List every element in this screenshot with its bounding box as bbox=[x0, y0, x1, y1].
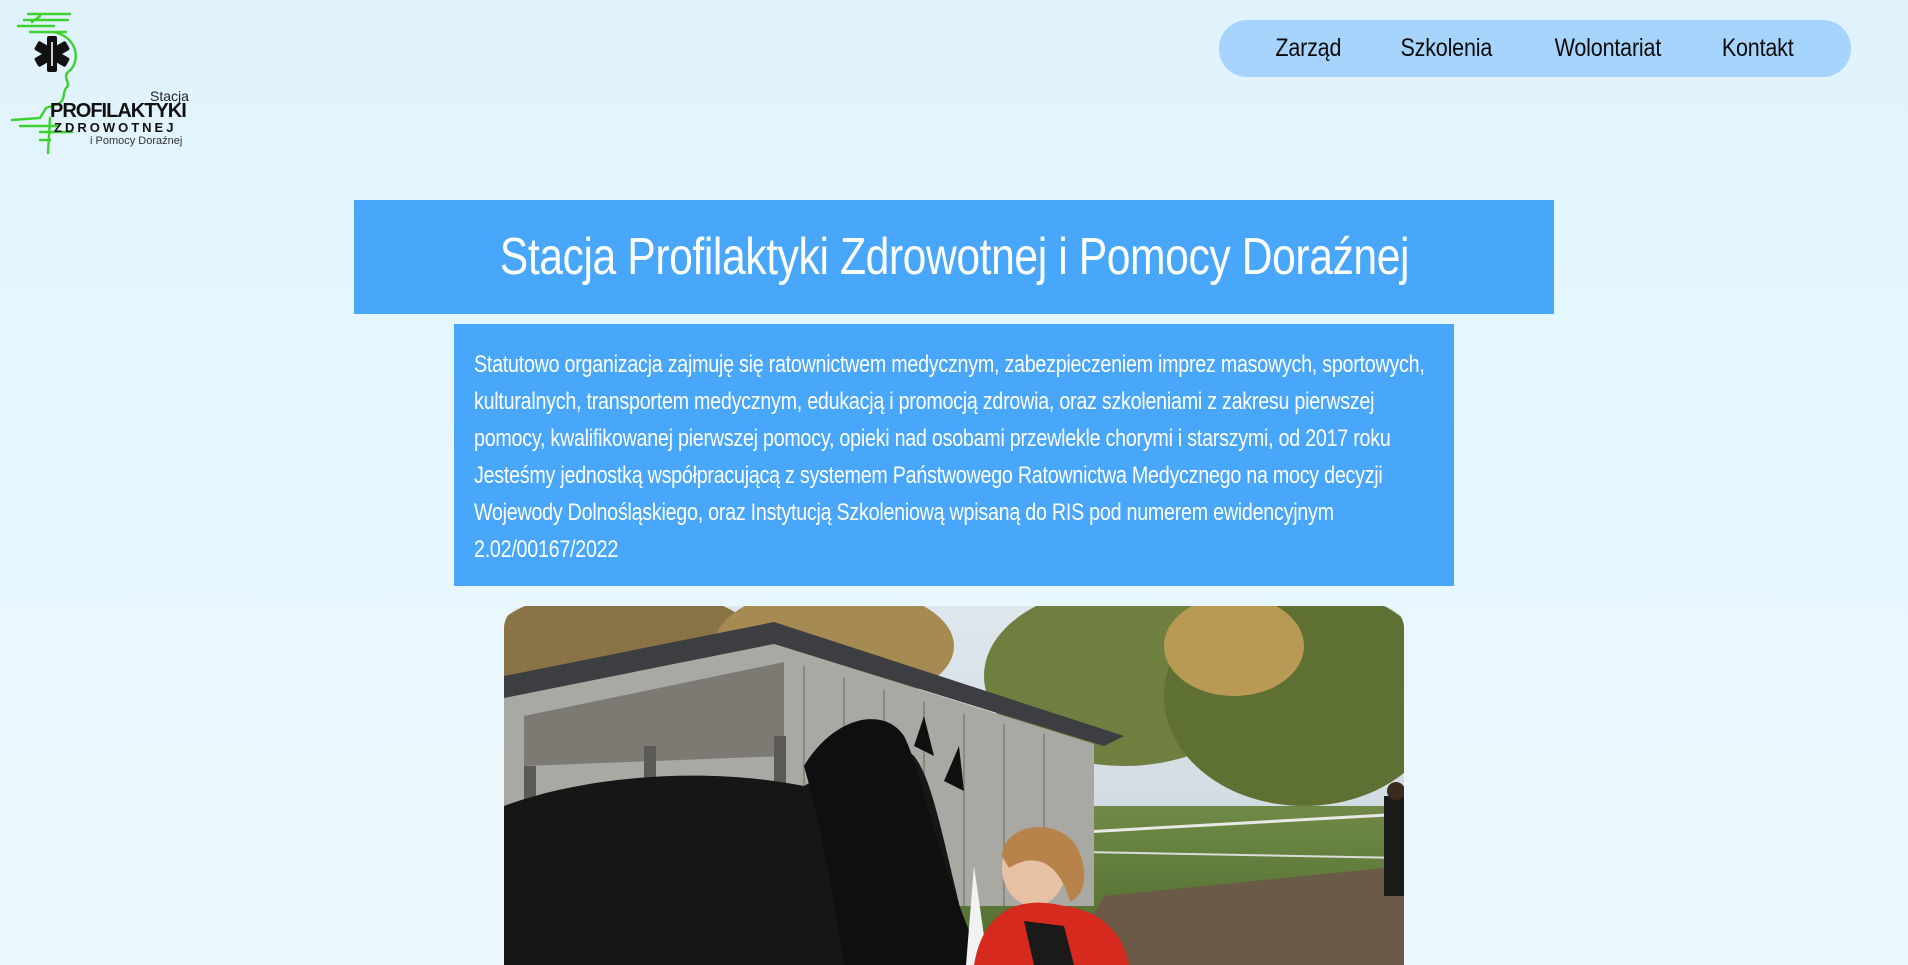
main-nav: Zarząd Szkolenia Wolontariat Kontakt bbox=[1219, 20, 1851, 77]
star-of-life-icon bbox=[34, 36, 70, 72]
nav-link-wolontariat[interactable]: Wolontariat bbox=[1555, 34, 1662, 63]
page-title: Stacja Profilaktyki Zdrowotnej i Pomocy … bbox=[499, 228, 1409, 286]
nav-link-zarzad[interactable]: Zarząd bbox=[1276, 34, 1342, 63]
about-section: Statutowo organizacja zajmuję się ratown… bbox=[454, 324, 1454, 586]
hero-banner: Stacja Profilaktyki Zdrowotnej i Pomocy … bbox=[354, 200, 1554, 314]
nav-link-kontakt[interactable]: Kontakt bbox=[1722, 34, 1794, 63]
hero-photo bbox=[504, 606, 1404, 965]
nav-link-szkolenia[interactable]: Szkolenia bbox=[1401, 34, 1493, 63]
logo-line-zdrowotnej: ZDROWOTNEJ bbox=[54, 120, 177, 135]
site-logo[interactable]: Stacja PROFILAKTYKI ZDROWOTNEJ i Pomocy … bbox=[10, 8, 200, 158]
about-text: Statutowo organizacja zajmuję się ratown… bbox=[474, 351, 1425, 563]
logo-line-pomocy: i Pomocy Doraźnej bbox=[90, 135, 183, 147]
